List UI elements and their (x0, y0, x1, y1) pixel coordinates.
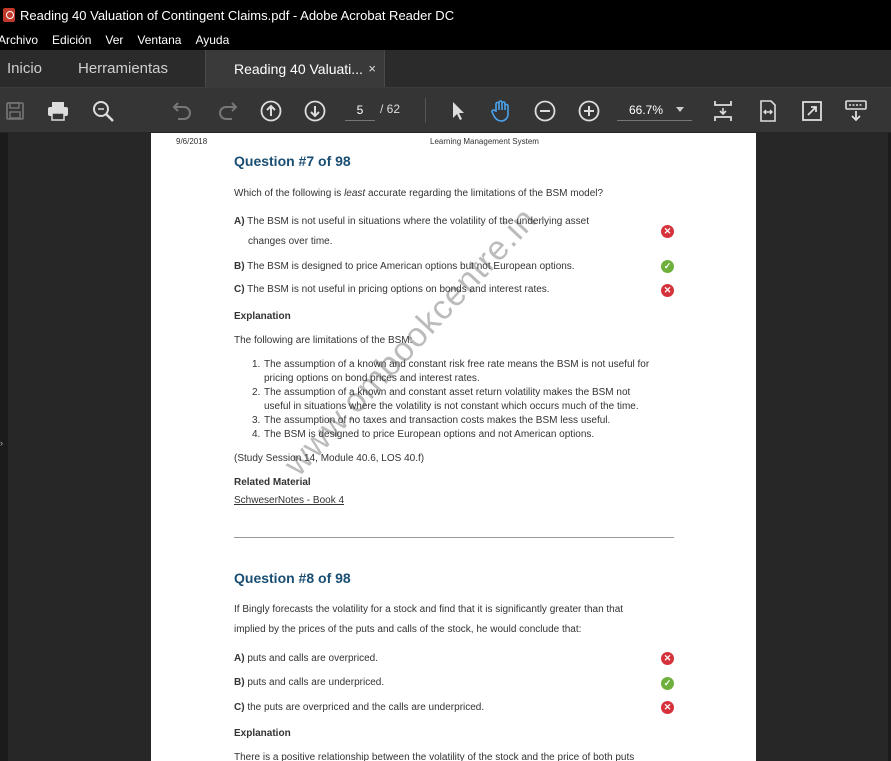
zoom-in-icon[interactable] (577, 88, 601, 133)
page-total: / 62 (380, 102, 401, 116)
redo-icon[interactable] (216, 88, 240, 133)
expand-panel-icon[interactable]: › (0, 438, 3, 448)
menu-edicion[interactable]: Edición (45, 33, 98, 47)
close-tab-icon[interactable]: × (368, 61, 376, 76)
zoom-level-select[interactable]: 66.7% (617, 99, 692, 121)
question-8-explanation-heading: Explanation (234, 728, 291, 739)
question-7-option-a: A) The BSM is not useful in situations w… (234, 216, 590, 247)
acrobat-icon (3, 8, 15, 22)
menu-ver[interactable]: Ver (98, 33, 130, 47)
list-item: 2. The assumption of a known and constant… (252, 387, 639, 412)
fit-page-icon[interactable] (711, 88, 735, 133)
question-8-explanation-text: There is a positive relationship between… (234, 752, 635, 761)
full-screen-icon[interactable] (800, 88, 824, 133)
toolbar: 5 / 62 66.7% (0, 88, 891, 133)
tab-bar: Inicio Herramientas Reading 40 Valuati..… (0, 50, 891, 88)
document-viewer[interactable]: › 9/6/2018 Learning Management System Qu… (0, 133, 891, 761)
wrong-answer-icon: ✕ (661, 284, 674, 297)
search-icon[interactable] (91, 88, 115, 133)
wrong-answer-icon: ✕ (661, 225, 674, 238)
tab-document-label: Reading 40 Valuati... (234, 60, 363, 77)
page-header-site: Learning Management System (430, 137, 539, 146)
menu-ventana[interactable]: Ventana (130, 33, 188, 47)
print-icon[interactable] (46, 88, 70, 133)
page-header-date: 9/6/2018 (176, 137, 208, 146)
toolbar-divider (425, 98, 426, 123)
question-8-text: If Bingly forecasts the volatility for a… (234, 604, 624, 635)
question-divider (234, 537, 674, 538)
correct-answer-icon: ✓ (661, 677, 674, 690)
zoom-level-value: 66.7% (629, 102, 664, 117)
question-8-option-a: A) puts and calls are overpriced. (234, 653, 378, 664)
page-number-input[interactable]: 5 (345, 99, 375, 121)
question-8-option-b: B) puts and calls are underpriced. (234, 677, 385, 688)
hand-tool-icon[interactable] (488, 88, 514, 133)
question-8-option-c: C) the puts are overpriced and the calls… (234, 702, 485, 713)
menu-archivo[interactable]: Archivo (0, 33, 45, 47)
window-title: Reading 40 Valuation of Contingent Claim… (20, 7, 455, 23)
correct-answer-icon: ✓ (661, 260, 674, 273)
question-7-explanation-heading: Explanation (234, 311, 291, 322)
pdf-page: 9/6/2018 Learning Management System Ques… (151, 133, 756, 761)
list-item: 1. The assumption of a known and constant… (252, 359, 650, 384)
tab-document[interactable]: Reading 40 Valuati... × (205, 50, 385, 87)
question-7-title: Question #7 of 98 (234, 153, 351, 169)
question-8-title: Question #8 of 98 (234, 570, 351, 586)
select-cursor-icon[interactable] (446, 88, 470, 133)
related-material-link[interactable]: SchweserNotes - Book 4 (234, 495, 344, 506)
keyboard-tools-icon[interactable] (843, 88, 869, 133)
next-page-icon[interactable] (303, 88, 327, 133)
undo-icon[interactable] (170, 88, 194, 133)
wrong-answer-icon: ✕ (661, 701, 674, 714)
save-icon[interactable] (4, 88, 26, 133)
wrong-answer-icon: ✕ (661, 652, 674, 665)
tab-tools[interactable]: Herramientas (70, 50, 205, 87)
chevron-down-icon (676, 107, 684, 112)
menu-ayuda[interactable]: Ayuda (188, 33, 236, 47)
zoom-out-icon[interactable] (533, 88, 557, 133)
question-7-option-b: B) The BSM is designed to price American… (234, 261, 575, 272)
title-bar: Reading 40 Valuation of Contingent Claim… (0, 0, 891, 30)
question-7-text: Which of the following is least accurate… (234, 188, 604, 199)
menu-bar: Archivo Edición Ver Ventana Ayuda (0, 30, 891, 50)
fit-width-icon[interactable] (756, 88, 780, 133)
previous-page-icon[interactable] (259, 88, 283, 133)
tab-home[interactable]: Inicio (0, 50, 70, 87)
left-panel-rail[interactable]: › (0, 133, 8, 761)
